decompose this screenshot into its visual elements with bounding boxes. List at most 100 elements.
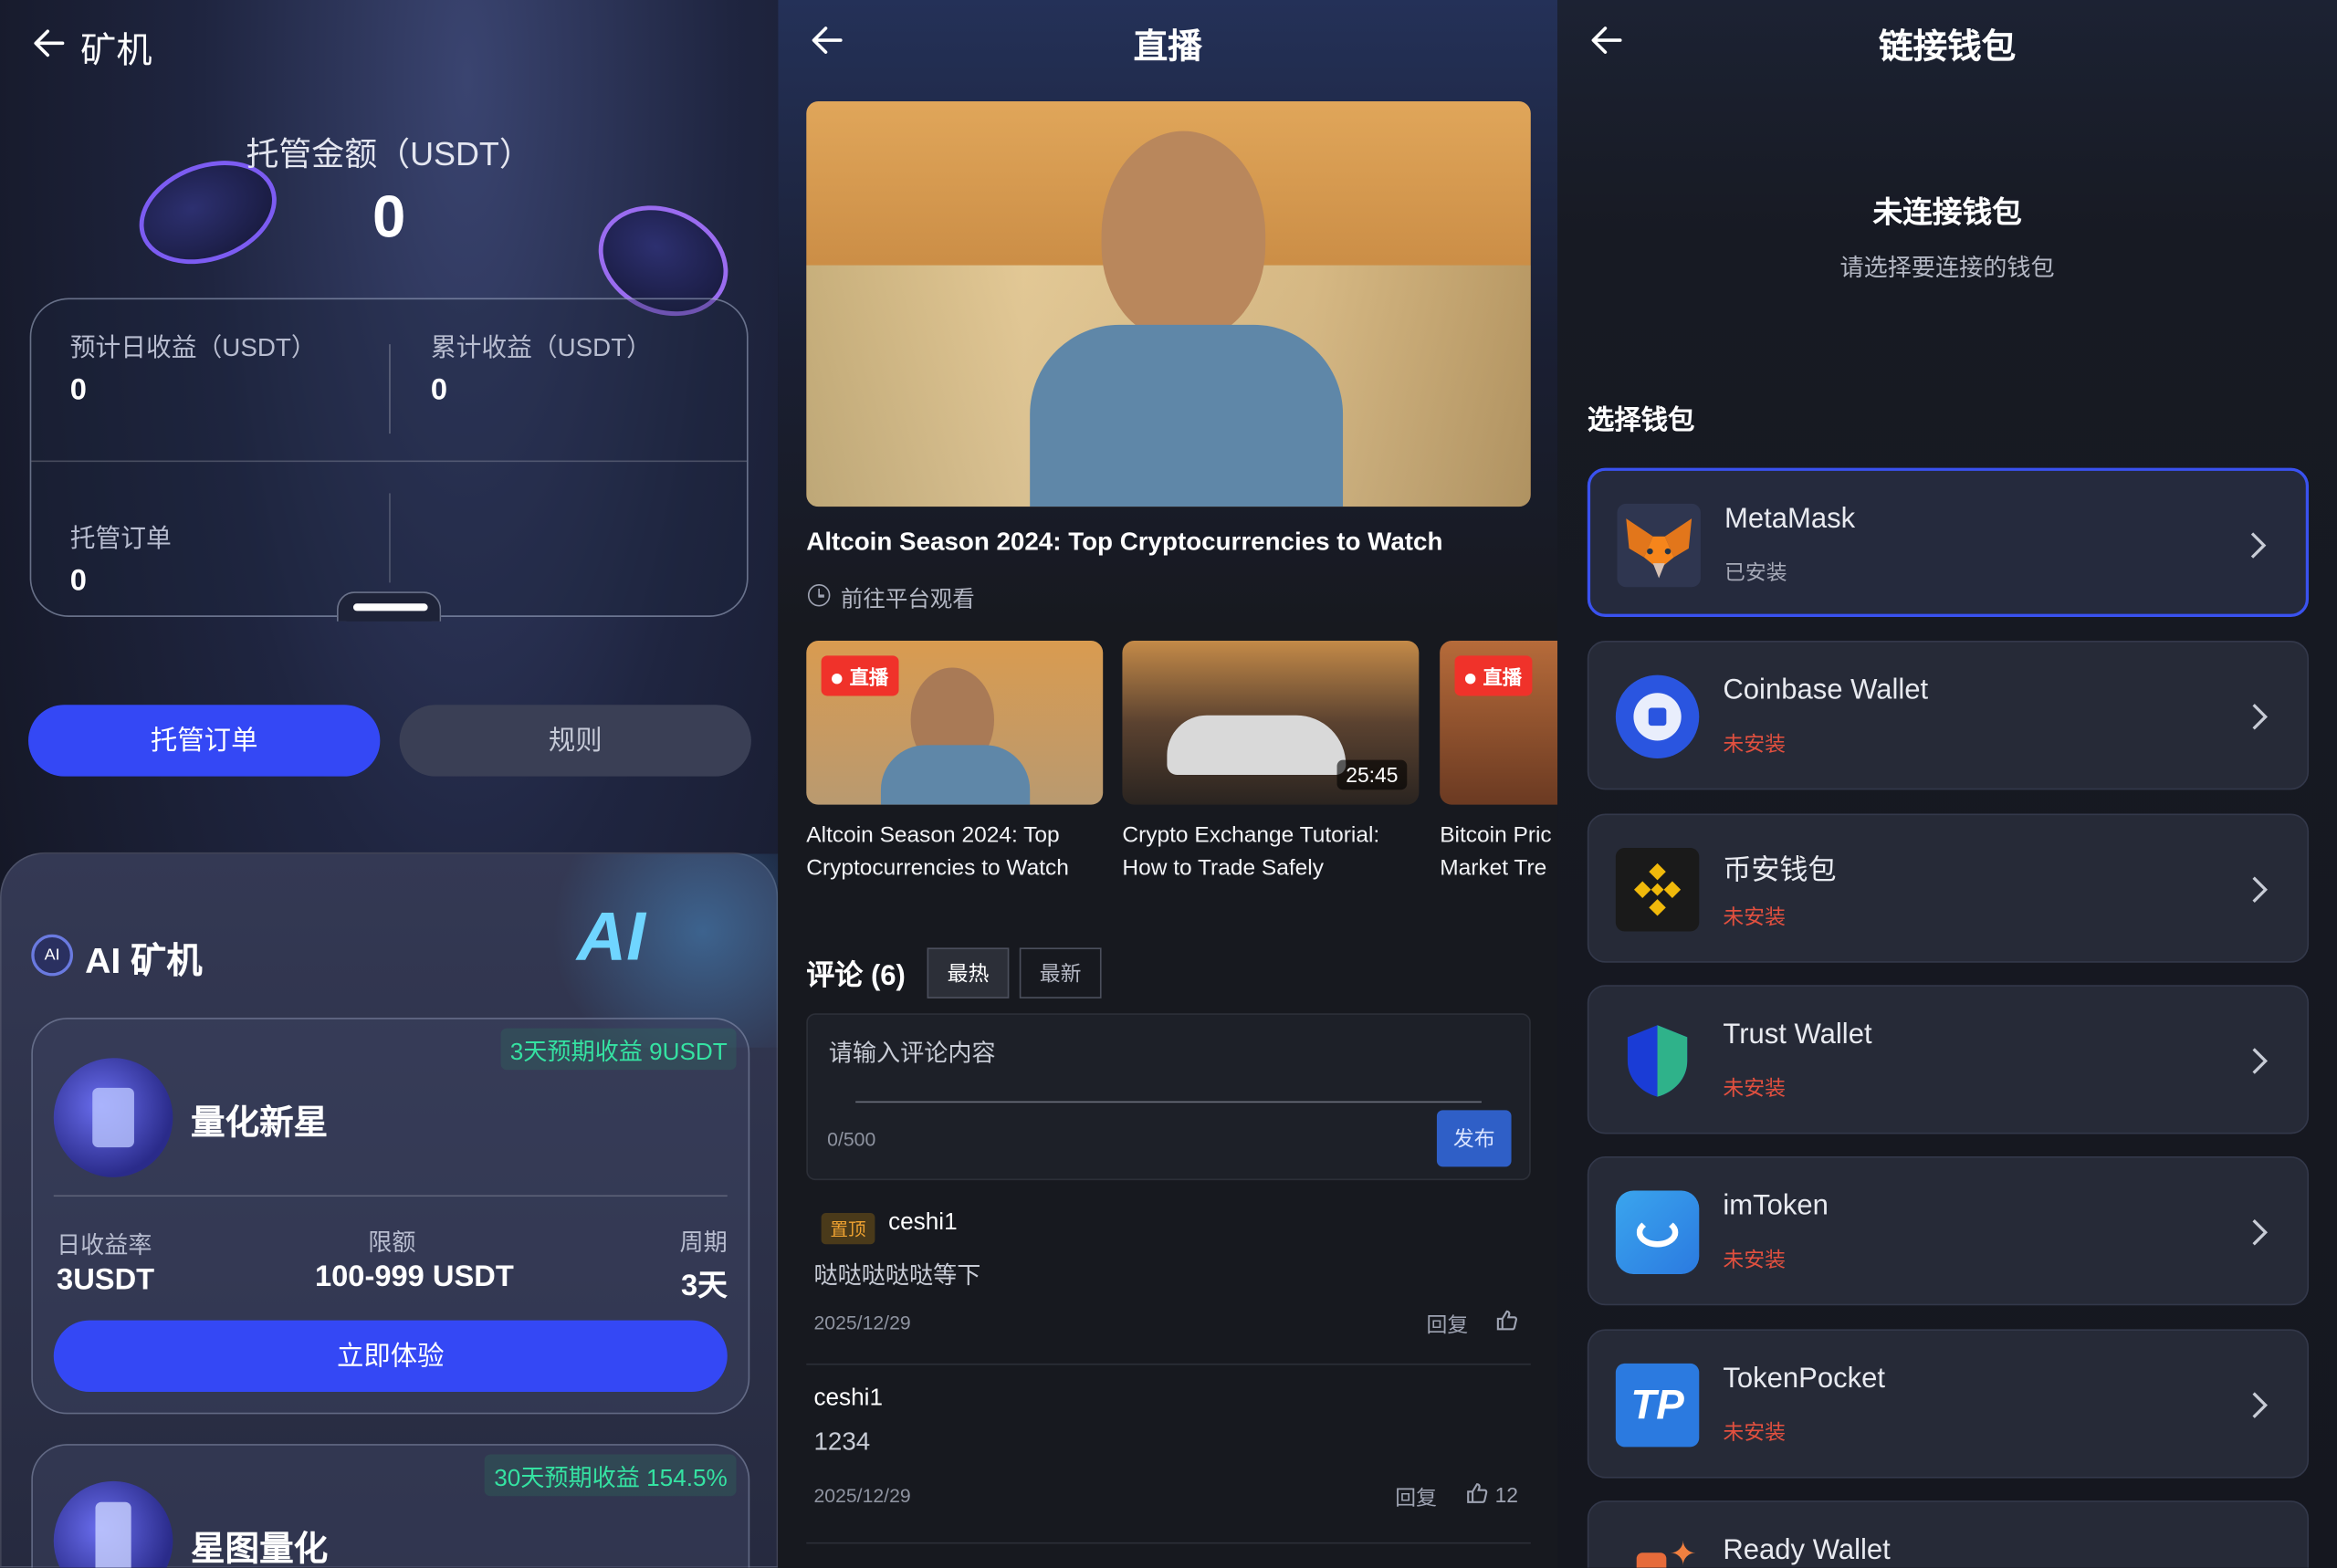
hosted-orders-label: 托管订单 (69, 524, 172, 553)
live-panel: 直播 Altcoin Season 2024: Top Cryptocurren… (778, 0, 1558, 1568)
tokenpocket-icon: TP (1615, 1363, 1700, 1448)
video-thumbnail[interactable]: 25:45 (1122, 641, 1420, 805)
main-video-player[interactable] (806, 101, 1531, 507)
rules-button[interactable]: 规则 (399, 705, 751, 777)
wallet-panel: 链接钱包 未连接钱包 请选择要连接的钱包 选择钱包 MetaMask 已安装 C… (1557, 0, 2337, 1568)
connection-hint: 请选择要连接的钱包 (1839, 256, 2055, 282)
comment-user: ceshi1 (813, 1385, 883, 1412)
wallet-item-ready[interactable]: ✦ Ready Wallet (1587, 1500, 2310, 1568)
wallet-status: 未安装 (1723, 1075, 1786, 1100)
try-now-button[interactable]: 立即体验 (53, 1320, 728, 1392)
wallet-name: MetaMask (1724, 503, 1856, 536)
comment-box: 请输入评论内容 0/500 发布 (806, 1013, 1531, 1181)
comment-date: 2025/12/29 (813, 1311, 911, 1334)
comment-user: ceshi1 (888, 1209, 958, 1236)
ai-logo: AI (576, 896, 645, 975)
section-title: 选择钱包 (1587, 405, 1695, 435)
comment-text: 哒哒哒哒哒等下 (813, 1263, 981, 1290)
pinned-badge: 置顶 (821, 1213, 875, 1245)
trust-shield-icon (1616, 1019, 1699, 1103)
product-card: 3天预期收益 9USDT 量化新星 日收益率 3USDT 限额 100-999 … (31, 1018, 750, 1415)
wallet-item-trust[interactable]: Trust Wallet 未安装 (1587, 985, 2310, 1134)
reply-button[interactable]: 回复 (1395, 1483, 1437, 1513)
goto-platform-link[interactable]: 前往平台观看 (841, 582, 975, 613)
wallet-status: 已安装 (1724, 559, 1787, 585)
video-caption: Altcoin Season 2024: Top Cryptocurrencie… (806, 822, 1069, 881)
imtoken-icon (1615, 1190, 1700, 1274)
clock-icon (807, 584, 831, 607)
video-caption: Crypto Exchange Tutorial: How to Trade S… (1122, 822, 1380, 881)
metamask-fox-icon (1617, 503, 1701, 588)
wallet-status: 未安装 (1723, 731, 1786, 756)
video-duration: 25:45 (1336, 759, 1408, 790)
chevron-right-icon (2252, 704, 2269, 730)
chevron-right-icon (2252, 1048, 2269, 1074)
limit-value: 100-999 USDT (314, 1260, 514, 1294)
wallet-name: Coinbase Wallet (1723, 674, 1929, 706)
ai-miner-title: AI 矿机 (85, 941, 203, 982)
binance-icon (1615, 848, 1700, 932)
back-arrow-icon[interactable] (33, 26, 66, 59)
wallet-name: 币安钱包 (1723, 855, 1837, 887)
product-name: 星图量化 (190, 1529, 329, 1568)
promo-badge: 3天预期收益 9USDT (500, 1028, 737, 1071)
wallet-status: 未安装 (1723, 904, 1786, 929)
video-thumbnail[interactable]: 直播 (1440, 641, 1558, 805)
wallet-name: Ready Wallet (1723, 1534, 1891, 1566)
wallet-item-binance[interactable]: 币安钱包 未安装 (1587, 813, 2310, 963)
thumbs-up-icon[interactable] (1495, 1309, 1519, 1333)
promo-badge: 30天预期收益 154.5% (485, 1454, 737, 1497)
wallet-status: 未安装 (1723, 1419, 1786, 1445)
wallet-item-tokenpocket[interactable]: TP TokenPocket 未安装 (1587, 1329, 2310, 1479)
hosted-amount-label: 托管金额（USDT） (246, 135, 532, 173)
comment-date: 2025/12/29 (813, 1484, 911, 1507)
wallet-item-metamask[interactable]: MetaMask 已安装 (1587, 467, 2310, 617)
wallet-item-imtoken[interactable]: imToken 未安装 (1587, 1155, 2310, 1306)
chevron-right-icon (2252, 1219, 2269, 1246)
comment-text: 1234 (813, 1427, 871, 1457)
video-caption: Bitcoin Pric Market Tre (1440, 822, 1552, 881)
publish-button[interactable]: 发布 (1436, 1110, 1512, 1167)
comment-item: 置顶 ceshi1 哒哒哒哒哒等下 2025/12/29 回复 (806, 1192, 1531, 1365)
live-badge: 直播 (1454, 655, 1533, 696)
comment-input[interactable]: 请输入评论内容 (829, 1032, 996, 1068)
chevron-right-icon (2252, 1392, 2269, 1418)
hosted-orders-value: 0 (69, 564, 87, 598)
page-title: 链接钱包 (1879, 26, 2017, 66)
period-value: 3天 (680, 1270, 728, 1302)
comment-item: ceshi1 1234 2025/12/29 回复 12 (806, 1365, 1531, 1544)
stats-box: 预计日收益（USDT） 0 累计收益（USDT） 0 托管订单 0 (29, 298, 749, 622)
chevron-right-icon (2252, 876, 2269, 903)
total-income-label: 累计收益（USDT） (430, 333, 652, 362)
product-card: 30天预期收益 154.5% 星图量化 (31, 1444, 750, 1568)
product-avatar (53, 1480, 173, 1568)
total-income-value: 0 (430, 373, 448, 407)
miner-panel: 矿机 托管金额（USDT） 0 预计日收益（USDT） 0 累计收益（USDT）… (0, 0, 779, 1568)
wallet-name: TokenPocket (1723, 1363, 1886, 1396)
tab-new[interactable]: 最新 (1019, 947, 1102, 998)
tab-hot[interactable]: 最热 (927, 947, 1010, 998)
wallet-name: Trust Wallet (1723, 1019, 1872, 1051)
video-thumbnail[interactable]: 直播 (806, 641, 1104, 805)
ai-icon: AI (31, 934, 74, 977)
product-name: 量化新星 (190, 1103, 329, 1142)
ready-wallet-icon: ✦ (1616, 1531, 1699, 1568)
chevron-right-icon (2250, 532, 2267, 559)
product-avatar (53, 1058, 173, 1177)
ai-miner-card: AI AI AI 矿机 3天预期收益 9USDT 量化新星 日收益率 3USDT… (0, 852, 779, 1568)
thumbs-up-icon[interactable] (1465, 1481, 1489, 1505)
comments-heading: 评论 (6) (806, 961, 906, 993)
wallet-status: 未安装 (1723, 1247, 1786, 1271)
wallet-item-coinbase[interactable]: Coinbase Wallet 未安装 (1587, 641, 2310, 790)
main-video-title: Altcoin Season 2024: Top Cryptocurrencie… (806, 527, 1443, 556)
reply-button[interactable]: 回复 (1426, 1310, 1468, 1340)
coinbase-icon (1615, 674, 1700, 759)
wallet-name: imToken (1723, 1190, 1829, 1222)
hosted-orders-button[interactable]: 托管订单 (28, 705, 381, 777)
page-title: 矿机 (80, 31, 152, 72)
daily-income-label: 预计日收益（USDT） (69, 333, 317, 362)
connection-status: 未连接钱包 (1872, 196, 2022, 230)
limit-label: 限额 (368, 1230, 416, 1257)
hosted-amount-value: 0 (372, 184, 406, 251)
indicator-bar (352, 603, 428, 612)
